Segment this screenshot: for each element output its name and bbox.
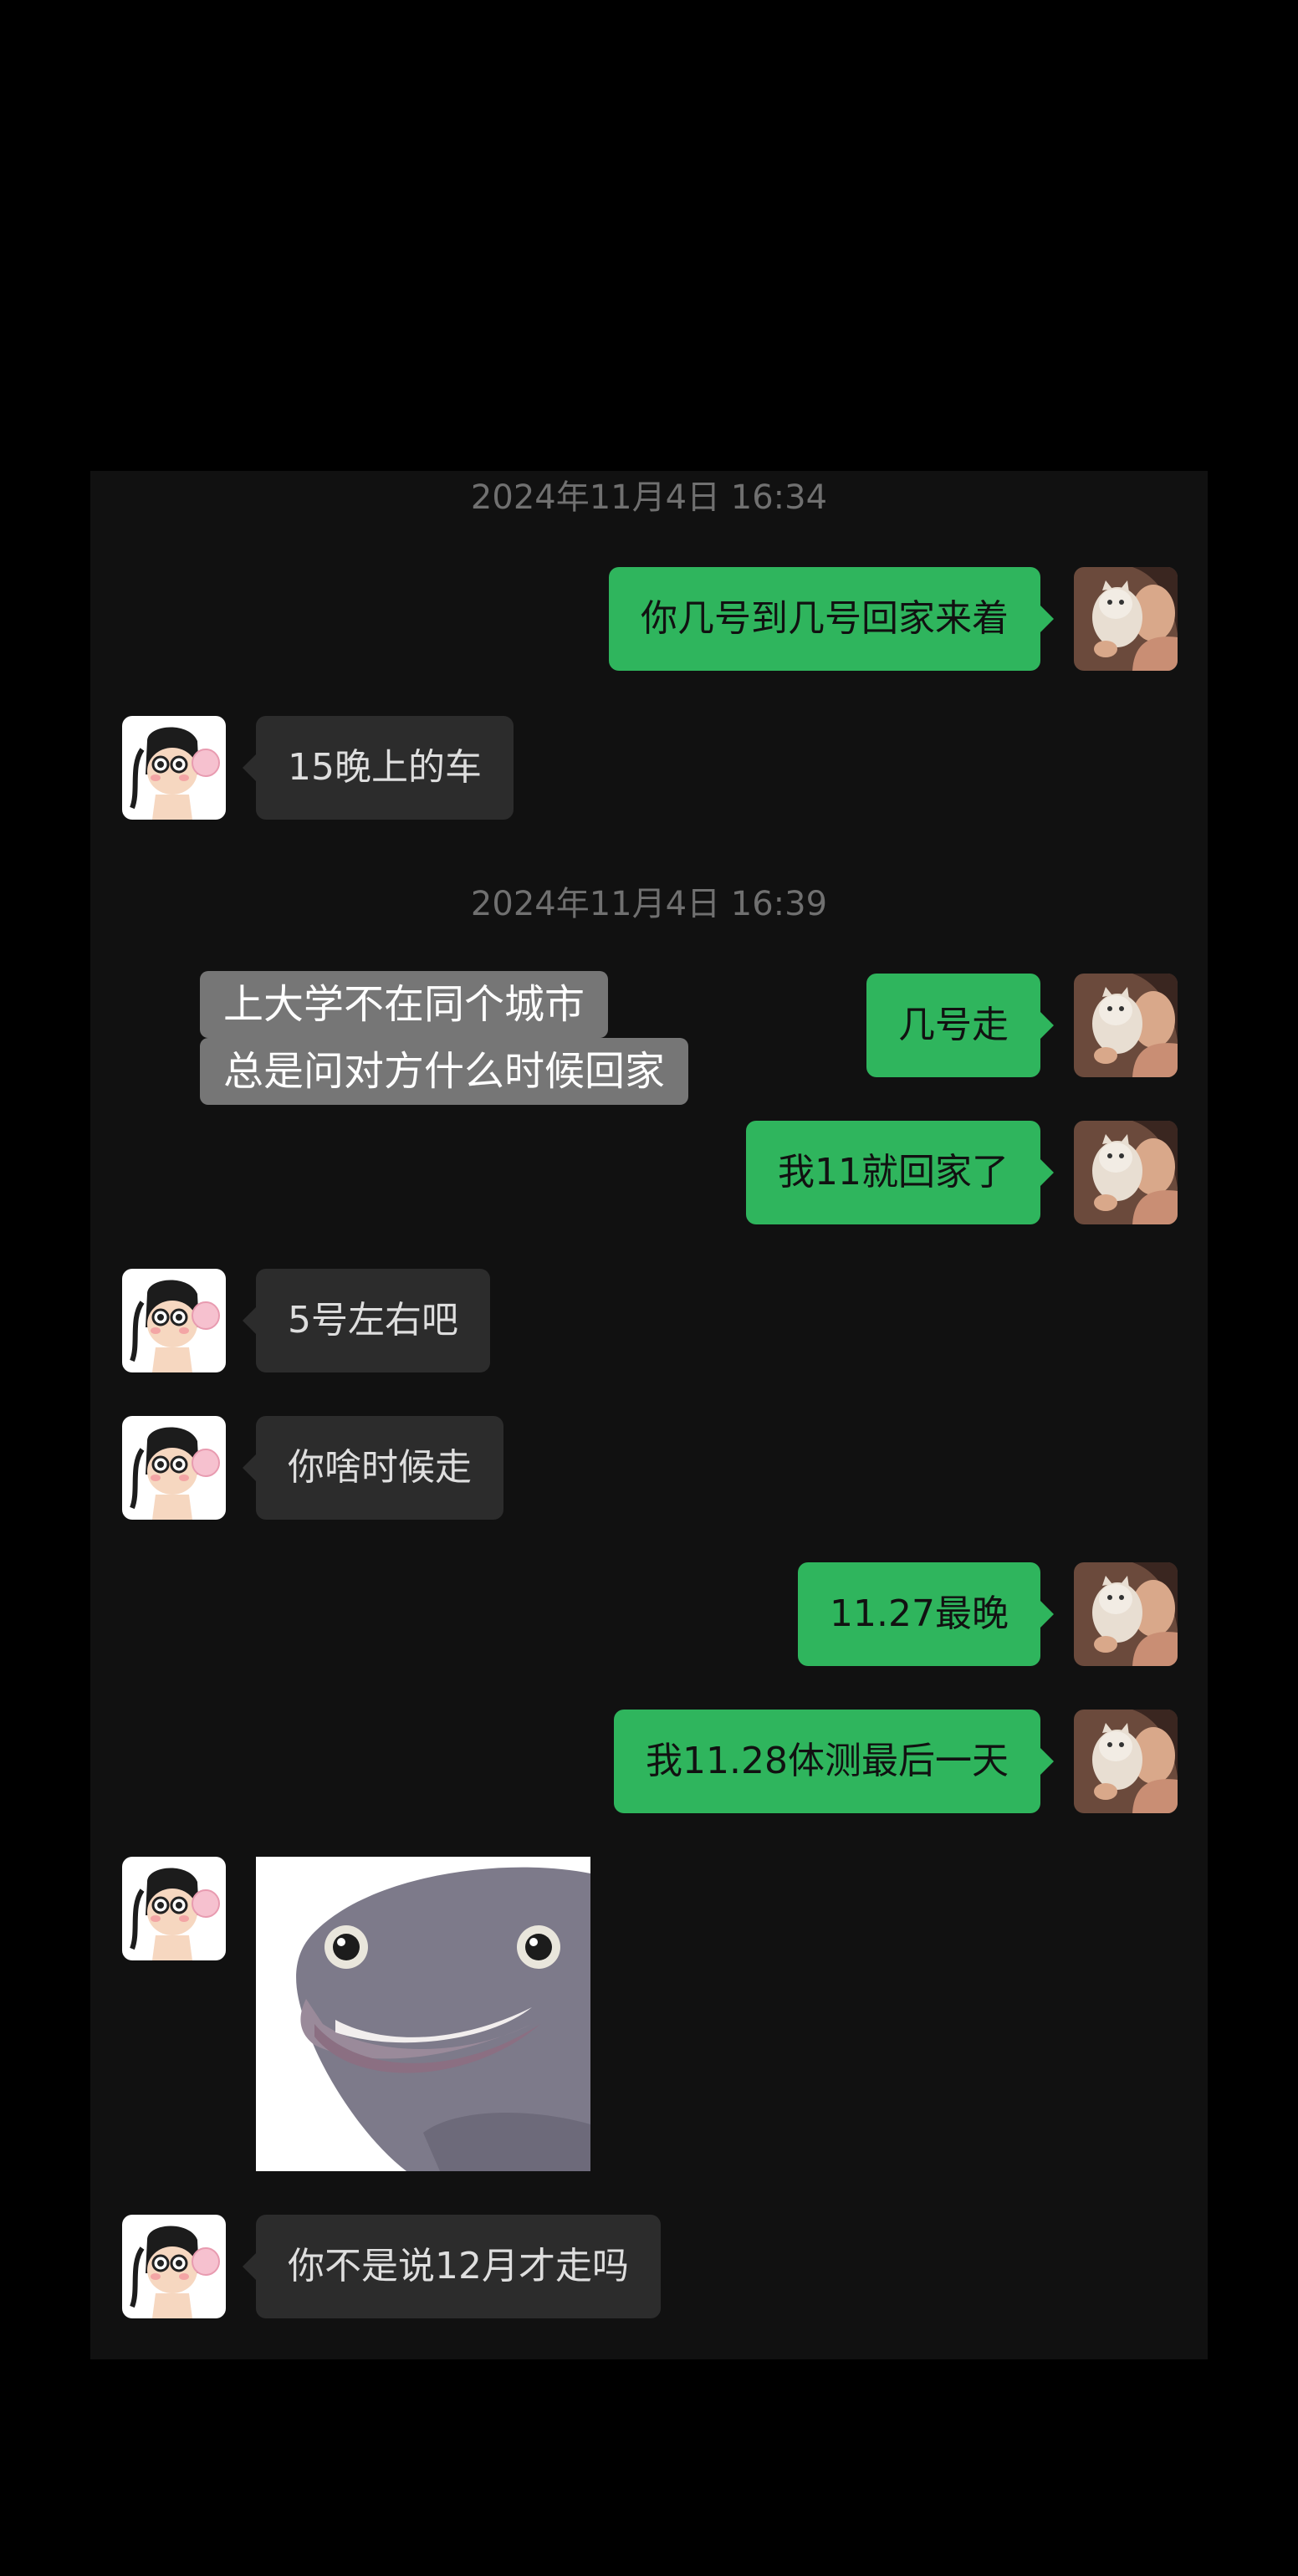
my-avatar[interactable] — [1074, 1562, 1178, 1666]
cartoon-girl-bubblegum-icon — [122, 2215, 226, 2318]
girl-holding-cat-icon — [1074, 974, 1178, 1077]
message-bubble-received[interactable]: 你不是说12月才走吗 — [243, 2215, 661, 2318]
contact-avatar[interactable] — [122, 716, 226, 820]
message-bubble-sent[interactable]: 我11就回家了 — [746, 1121, 1054, 1224]
message-bubble-sent[interactable]: 我11.28体测最后一天 — [614, 1710, 1054, 1813]
my-avatar[interactable] — [1074, 1710, 1178, 1813]
my-avatar[interactable] — [1074, 567, 1178, 671]
message-bubble-received[interactable]: 5号左右吧 — [243, 1269, 490, 1372]
cartoon-girl-bubblegum-icon — [122, 1416, 226, 1520]
girl-holding-cat-icon — [1074, 567, 1178, 671]
cartoon-girl-bubblegum-icon — [122, 1269, 226, 1372]
message-bubble-sent[interactable]: 你几号到几号回家来着 — [609, 567, 1054, 671]
message-bubble-received[interactable]: 15晚上的车 — [243, 716, 514, 820]
contact-avatar[interactable] — [122, 1269, 226, 1372]
contact-avatar[interactable] — [122, 1857, 226, 1960]
contact-avatar[interactable] — [122, 2215, 226, 2318]
message-bubble-sent[interactable]: 11.27最晚 — [798, 1562, 1054, 1666]
caption-line-2: 总是问对方什么时候回家 — [200, 1038, 689, 1105]
girl-holding-cat-icon — [1074, 1562, 1178, 1666]
timestamp: 2024年11月4日 16:39 — [470, 885, 828, 923]
message-bubble-sent[interactable]: 几号走 — [866, 974, 1054, 1077]
smiling-fish-sticker-icon — [256, 1857, 590, 2171]
cartoon-girl-bubblegum-icon — [122, 1857, 226, 1960]
cartoon-girl-bubblegum-icon — [122, 716, 226, 820]
contact-avatar[interactable] — [122, 1416, 226, 1520]
my-avatar[interactable] — [1074, 974, 1178, 1077]
my-avatar[interactable] — [1074, 1121, 1178, 1224]
chat-panel[interactable]: 2024年11月4日 16:34 你几号到几号回家来着 15晚上的车 2024年… — [90, 471, 1208, 2359]
girl-holding-cat-icon — [1074, 1121, 1178, 1224]
sticker-image[interactable] — [256, 1857, 590, 2171]
timestamp: 2024年11月4日 16:34 — [470, 478, 828, 517]
girl-holding-cat-icon — [1074, 1710, 1178, 1813]
message-bubble-received[interactable]: 你啥时候走 — [243, 1416, 503, 1520]
overlay-caption: 上大学不在同个城市 总是问对方什么时候回家 — [200, 971, 794, 1105]
caption-line-1: 上大学不在同个城市 — [200, 971, 609, 1038]
